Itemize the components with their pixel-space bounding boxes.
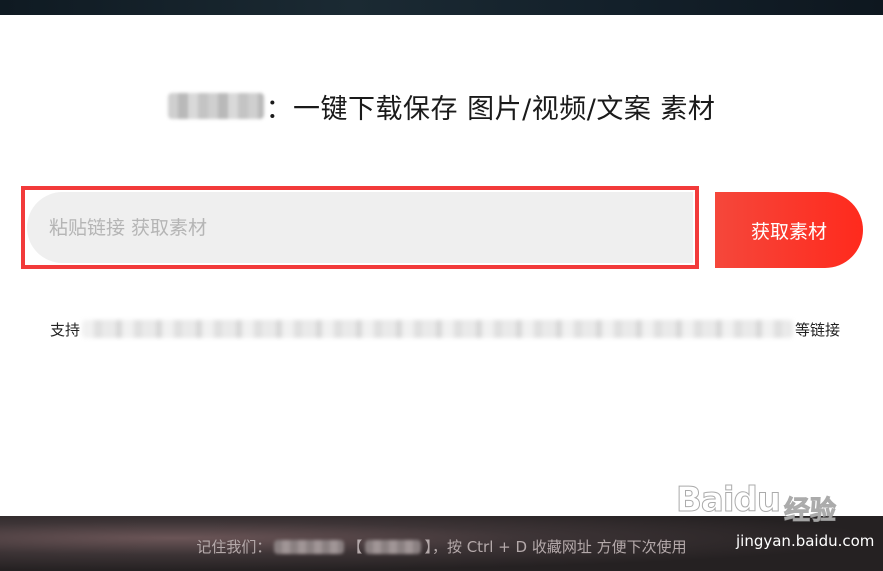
page: ：一键下载保存 图片/视频/文案 素材 获取素材 支持 等链接 记住我们： 【 … [0,0,883,571]
footer-text: 记住我们： 【 】，按 Ctrl + D 收藏网址 方便下次使用 [0,536,883,557]
footer: 记住我们： 【 】，按 Ctrl + D 收藏网址 方便下次使用 [0,516,883,571]
top-bar [0,0,883,15]
link-input[interactable] [27,192,693,263]
footer-bracket: 【 [347,538,363,556]
redacted-brand-name [167,93,264,119]
supported-platforms-line: 支持 等链接 [50,318,840,340]
redacted-site-url [274,539,345,554]
supported-suffix: 等链接 [794,320,840,339]
redacted-site-name [365,539,422,554]
redacted-platform-list [82,320,793,338]
page-title-text: ：一键下载保存 图片/视频/文案 素材 [265,93,716,125]
watermark-logo: Baidu [675,480,781,521]
footer-suffix: 】，按 Ctrl + D 收藏网址 方便下次使用 [424,538,687,556]
fetch-material-button[interactable]: 获取素材 [715,192,863,268]
search-row: 获取素材 [21,186,866,278]
supported-prefix: 支持 [50,320,81,339]
page-title: ：一键下载保存 图片/视频/文案 素材 [0,84,883,128]
footer-prefix: 记住我们： [196,538,272,556]
